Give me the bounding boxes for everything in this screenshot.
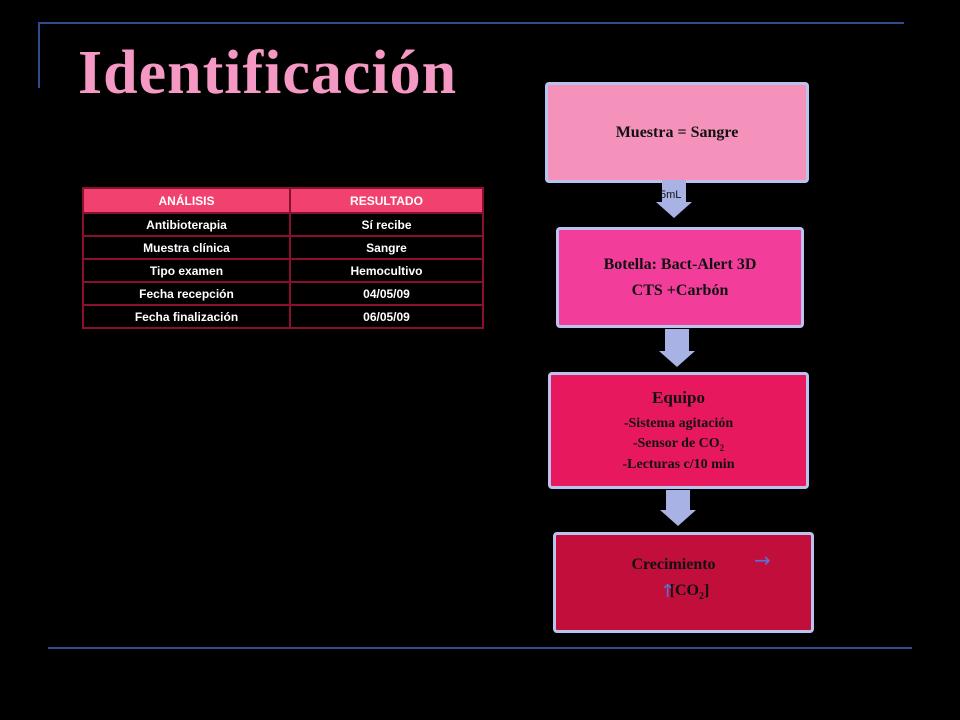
flow-step-growth-line1: Crecimiento [631, 556, 716, 574]
right-arrow-icon: → [754, 548, 771, 572]
table-cell: 04/05/09 [289, 281, 484, 306]
header-analisis: ANÁLISIS [82, 187, 291, 214]
volume-label: 5mL [660, 189, 682, 201]
flow-step-sample-text: Muestra = Sangre [615, 123, 739, 141]
header-resultado: RESULTADO [289, 187, 484, 214]
flow-step-bottle: Botella: Bact-Alert 3D CTS +Carbón [556, 227, 804, 328]
flow-step-growth: Crecimiento [CO2] [553, 532, 814, 633]
table-row: Tipo examen Hemocultivo [82, 258, 484, 283]
down-arrow-icon [660, 490, 696, 526]
table-row: Fecha recepción 04/05/09 [82, 281, 484, 306]
sensor-text: -Sensor de CO [632, 436, 720, 452]
co2-bracket-end: ] [704, 582, 710, 600]
table-cell: Fecha recepción [82, 281, 291, 306]
flow-step-equipment-head: Equipo [652, 388, 705, 408]
flow-step-bottle-line2: CTS +Carbón [631, 281, 729, 299]
table-cell: Sangre [289, 235, 484, 260]
table-cell: Fecha finalización [82, 304, 291, 329]
table-row: Fecha finalización 06/05/09 [82, 304, 484, 329]
table-cell: Antibioterapia [82, 212, 291, 237]
frame-left-line [38, 22, 40, 88]
table-row: Antibioterapia Sí recibe [82, 212, 484, 237]
frame-bottom-line [48, 647, 912, 649]
flow-step-equipment-item: -Lecturas c/10 min [622, 456, 735, 472]
table-cell: 06/05/09 [289, 304, 484, 329]
table-cell: Sí recibe [289, 212, 484, 237]
results-table: ANÁLISIS RESULTADO Antibioterapia Sí rec… [82, 187, 484, 329]
flow-step-sample: Muestra = Sangre [545, 82, 809, 183]
co2-subscript: 2 [719, 442, 725, 453]
table-header-row: ANÁLISIS RESULTADO [82, 187, 484, 214]
flow-step-growth-line2: [CO2] [670, 582, 710, 602]
frame-top-line [40, 22, 904, 24]
up-arrow-icon: ↑ [660, 581, 676, 602]
table-row: Muestra clínica Sangre [82, 235, 484, 260]
table-cell: Tipo examen [82, 258, 291, 283]
flow-step-bottle-line1: Botella: Bact-Alert 3D [603, 255, 757, 273]
page-title: Identificación [78, 39, 458, 107]
flow-step-equipment-item: -Sensor de CO2 [633, 436, 724, 453]
down-arrow-icon [659, 329, 695, 367]
table-cell: Muestra clínica [82, 235, 291, 260]
table-cell: Hemocultivo [289, 258, 484, 283]
flow-step-equipment: Equipo -Sistema agitación -Sensor de CO2… [548, 372, 809, 489]
flow-step-equipment-item: -Sistema agitación [623, 416, 734, 432]
